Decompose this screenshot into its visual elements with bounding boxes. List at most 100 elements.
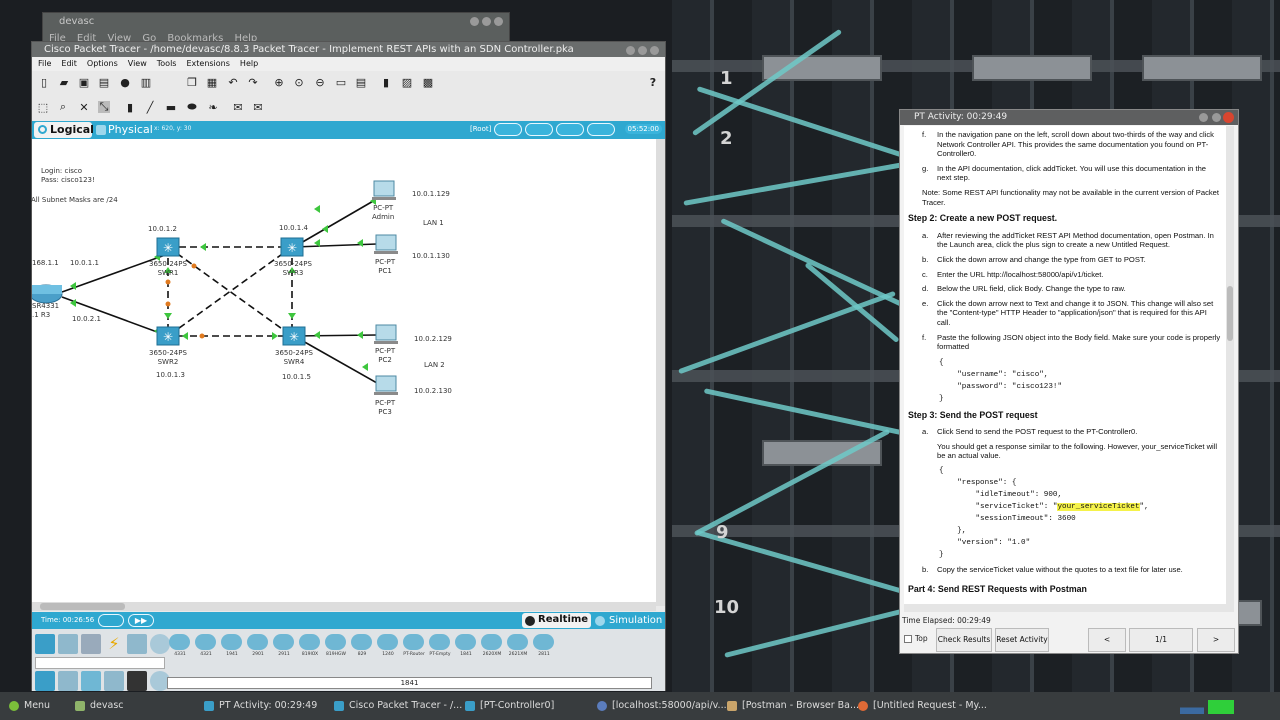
next-page-button[interactable]: > <box>1197 628 1235 652</box>
resize-icon[interactable]: ⤡ <box>98 100 110 113</box>
zoom-out-icon[interactable]: ⊖ <box>314 76 326 89</box>
instructions-pane[interactable]: f. In the navigation pane on the left, sc… <box>904 126 1226 612</box>
menu-options[interactable]: Options <box>87 57 118 71</box>
viewport-icon[interactable]: ▮ <box>380 76 392 89</box>
end-devices-icon[interactable] <box>58 634 78 654</box>
logical-workspace[interactable]: ✳ ✳ ✳ ✳ Login: cisco Pass: cisco123! All Sub… <box>31 139 656 606</box>
inspect-icon[interactable]: ⌕ <box>57 100 69 113</box>
components-icon[interactable] <box>81 634 101 654</box>
close-icon[interactable] <box>1223 112 1234 123</box>
minimize-icon[interactable] <box>626 46 635 55</box>
custom-device-icon[interactable]: ▤ <box>355 76 367 89</box>
router-model-icon[interactable] <box>169 634 190 650</box>
note-icon[interactable]: ▮ <box>124 101 136 114</box>
switches-icon[interactable] <box>58 671 78 691</box>
check-results-button[interactable]: Check Results <box>936 628 992 652</box>
menu-extensions[interactable]: Extensions <box>186 57 229 71</box>
root-breadcrumb[interactable]: [Root] <box>470 125 491 133</box>
new-cluster-button[interactable] <box>494 123 522 136</box>
minimize-icon[interactable] <box>1199 113 1208 122</box>
network-info-icon[interactable]: ▥ <box>140 76 152 89</box>
realtime-mode-tab[interactable]: Realtime <box>522 613 592 628</box>
pdu-icon[interactable]: ▩ <box>422 76 434 89</box>
device-search-field[interactable]: 1841 <box>167 677 652 689</box>
task-packet-tracer[interactable]: Cisco Packet Tracer - /... <box>329 694 462 718</box>
redo-icon[interactable]: ↷ <box>247 76 259 89</box>
info-icon[interactable]: ● <box>119 76 131 89</box>
viewport-button[interactable] <box>587 123 615 136</box>
simulation-mode-tab[interactable]: Simulation <box>595 613 662 628</box>
router-model-icon[interactable] <box>533 634 554 650</box>
router-model-icon[interactable] <box>351 634 372 650</box>
reset-activity-button[interactable]: Reset Activity <box>995 628 1049 652</box>
logical-tab[interactable]: Logical <box>34 122 94 138</box>
instructions-vertical-scrollbar[interactable] <box>1226 126 1234 612</box>
router-model-icon[interactable] <box>481 634 502 650</box>
close-icon[interactable] <box>650 46 659 55</box>
rectangle-icon[interactable]: ▬ <box>165 101 177 114</box>
pt-title-bar[interactable]: Cisco Packet Tracer - /home/devasc/8.8.3… <box>32 42 665 57</box>
router-model-icon[interactable] <box>455 634 476 650</box>
devasc-window[interactable]: devasc File Edit View Go Bookmarks Help <box>42 12 510 44</box>
pt-activity-window[interactable]: PT Activity: 00:29:49 f. In the navigatio… <box>899 109 1239 654</box>
print-icon[interactable]: ▤ <box>98 76 110 89</box>
routers-icon[interactable] <box>35 671 55 691</box>
zoom-reset-icon[interactable]: ⊙ <box>293 76 305 89</box>
physical-tab[interactable]: Physical <box>96 122 153 138</box>
maximize-icon[interactable] <box>1212 113 1221 122</box>
power-cycle-button[interactable] <box>98 614 124 627</box>
router-model-icon[interactable] <box>247 634 268 650</box>
task-devasc[interactable]: devasc <box>70 694 190 718</box>
maximize-icon[interactable] <box>482 17 491 26</box>
hubs-icon[interactable] <box>81 671 101 691</box>
router-model-icon[interactable] <box>429 634 450 650</box>
menu-help[interactable]: Help <box>240 57 258 71</box>
complex-pdu-icon[interactable]: ✉ <box>252 101 264 114</box>
task-browser-localhost[interactable]: [localhost:58000/api/v... <box>592 694 727 718</box>
packet-tracer-window[interactable]: Cisco Packet Tracer - /home/devasc/8.8.3… <box>31 41 666 691</box>
menu-tools[interactable]: Tools <box>157 57 177 71</box>
wireless-icon[interactable] <box>104 671 124 691</box>
router-model-icon[interactable] <box>325 634 346 650</box>
router-model-icon[interactable] <box>377 634 398 650</box>
draw-line-icon[interactable]: ╱ <box>144 101 156 114</box>
router-model-icon[interactable] <box>195 634 216 650</box>
router-model-icon[interactable] <box>507 634 528 650</box>
task-pt-controller[interactable]: [PT-Controller0] <box>460 694 588 718</box>
router-model-icon[interactable] <box>273 634 294 650</box>
connections-icon[interactable]: ⚡ <box>104 634 124 654</box>
move-object-button[interactable] <box>525 123 553 136</box>
help-icon[interactable]: ? <box>647 76 659 89</box>
workspace-vertical-scrollbar[interactable] <box>656 139 665 606</box>
system-monitor-icon[interactable] <box>1180 698 1204 714</box>
task-pt-activity[interactable]: PT Activity: 00:29:49 <box>199 694 323 718</box>
maximize-icon[interactable] <box>638 46 647 55</box>
device-category-field[interactable] <box>35 657 165 669</box>
ellipse-icon[interactable]: ⬬ <box>186 100 198 113</box>
select-icon[interactable]: ⬚ <box>37 101 49 114</box>
router-model-icon[interactable] <box>403 634 424 650</box>
copy-icon[interactable]: ❐ <box>186 76 198 89</box>
top-checkbox[interactable] <box>904 635 912 643</box>
start-menu-button[interactable]: Menu <box>4 694 64 718</box>
close-icon[interactable] <box>494 17 503 26</box>
menu-edit[interactable]: Edit <box>61 57 77 71</box>
multiuser-icon[interactable] <box>150 634 170 654</box>
previous-page-button[interactable]: < <box>1088 628 1126 652</box>
paste-icon[interactable]: ▦ <box>206 76 218 89</box>
security-icon[interactable] <box>127 671 147 691</box>
freeform-icon[interactable]: ❧ <box>207 101 219 114</box>
router-model-icon[interactable] <box>299 634 320 650</box>
fast-forward-button[interactable]: ▶▶ <box>128 614 154 627</box>
palette-icon[interactable]: ▭ <box>335 76 347 89</box>
activity-title-bar[interactable]: PT Activity: 00:29:49 <box>900 110 1238 125</box>
task-untitled-request[interactable]: [Untitled Request - My... <box>853 694 987 718</box>
open-folder-icon[interactable]: ▰ <box>58 76 70 89</box>
menu-file[interactable]: File <box>38 57 51 71</box>
minimize-icon[interactable] <box>470 17 479 26</box>
router-model-icon[interactable] <box>221 634 242 650</box>
miscellaneous-icon[interactable] <box>127 634 147 654</box>
cpu-graph-icon[interactable] <box>1208 700 1234 714</box>
new-file-icon[interactable]: ▯ <box>38 76 50 89</box>
set-background-button[interactable] <box>556 123 584 136</box>
